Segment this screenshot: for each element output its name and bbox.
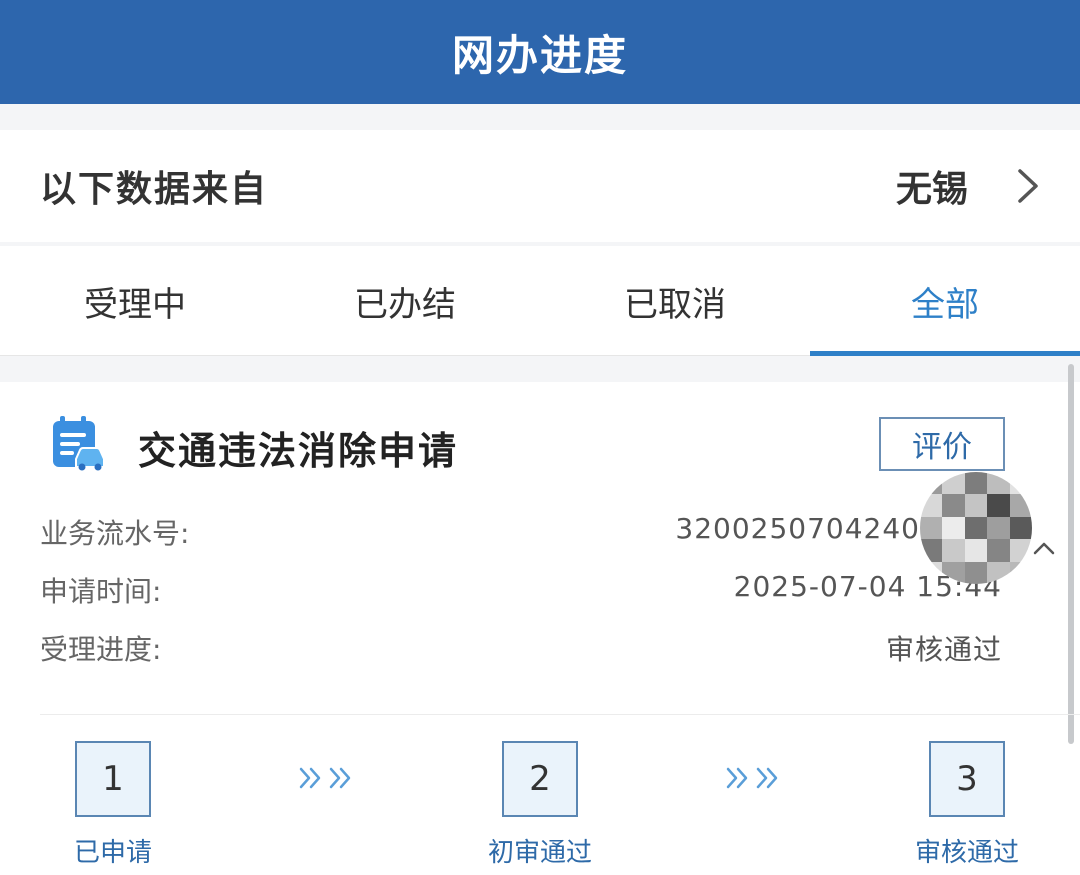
apply-time-label: 申请时间:	[40, 575, 162, 608]
progress-label: 受理进度:	[40, 633, 162, 666]
data-source-selector[interactable]: 无锡	[896, 160, 1040, 212]
page-title: 网办进度	[451, 30, 628, 80]
data-source-city: 无锡	[895, 169, 968, 210]
tab-in-progress[interactable]: 受理中	[0, 246, 270, 356]
application-title: 交通违法消除申请	[138, 429, 459, 473]
step-1-label: 已申请	[73, 838, 152, 868]
tab-cancelled[interactable]: 已取消	[540, 246, 810, 356]
calendar-car-icon	[53, 416, 105, 471]
step-3-box: 3	[929, 741, 1005, 817]
serial-number-label: 业务流水号:	[40, 517, 190, 550]
chevron-right-icon	[1018, 169, 1038, 203]
data-source-row[interactable]: 以下数据来自 无锡	[0, 130, 1080, 242]
step-3-label: 审核通过	[914, 838, 1019, 868]
rate-button[interactable]: 评价	[879, 417, 1005, 471]
scrollbar[interactable]	[1068, 364, 1074, 744]
redacted-mosaic	[920, 472, 1032, 584]
step-2-box: 2	[502, 741, 578, 817]
status-tabs: 受理中 已办结 已取消 全部	[0, 246, 1080, 356]
step-2-label: 初审通过	[487, 838, 592, 868]
data-source-label: 以下数据来自	[40, 169, 269, 210]
card-divider	[40, 714, 1080, 715]
tab-all[interactable]: 全部	[810, 246, 1080, 356]
app-header: 网办进度	[0, 0, 1080, 104]
chevron-up-icon[interactable]	[1032, 540, 1056, 556]
serial-number-value: 3200250704240	[675, 512, 920, 545]
step-1-box: 1	[75, 741, 151, 817]
double-chevron-icon	[726, 767, 778, 789]
double-chevron-icon	[299, 767, 351, 789]
progress-value: 审核通过	[885, 633, 1002, 666]
tab-completed[interactable]: 已办结	[270, 246, 540, 356]
